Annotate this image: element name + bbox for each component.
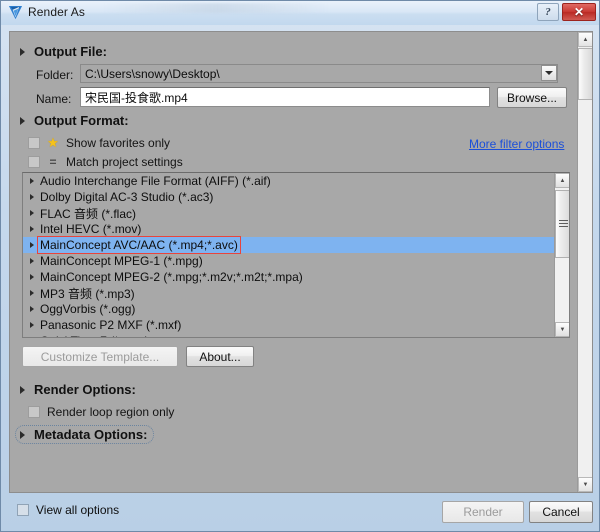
chevron-right-icon [30,322,34,328]
browse-button[interactable]: Browse... [497,87,567,108]
titlebar-glass-highlight [101,3,331,13]
section-metadata-options[interactable]: Metadata Options: [15,425,154,444]
folder-dropdown-arrow[interactable] [541,65,557,81]
match-project-row[interactable]: = Match project settings [28,155,183,169]
format-list-item-label: MainConcept MPEG-2 (*.mpg;*.m2v;*.m2t;*.… [40,270,303,284]
section-output-format[interactable]: Output Format: [20,113,129,128]
panel-scrollbar[interactable]: ▲ ▼ [577,32,592,492]
format-list-scrollbar[interactable]: ▲ ▼ [554,173,569,337]
title-bar[interactable]: Render As ? ✕ [1,1,600,25]
render-as-dialog: Render As ? ✕ ▲ ▼ Output File: Folder: C… [0,0,600,532]
format-list-item-label: Dolby Digital AC-3 Studio (*.ac3) [40,190,213,204]
scroll-thumb-grip-icon [559,220,568,227]
cancel-button[interactable]: Cancel [529,501,593,523]
show-favorites-row[interactable]: ★ Show favorites only [28,136,170,150]
chevron-right-icon [30,258,34,264]
format-list-item[interactable]: Panasonic P2 MXF (*.mxf) [23,317,556,333]
format-list-item-label: MP3 音频 (*.mp3) [40,285,135,302]
panel-scroll-down-icon[interactable]: ▼ [578,477,593,492]
section-render-options-label: Render Options: [34,382,136,397]
chevron-right-icon [20,386,25,394]
format-rows-container: Audio Interchange File Format (AIFF) (*.… [23,173,556,338]
format-list-item[interactable]: MainConcept MPEG-1 (*.mpg) [23,253,556,269]
view-all-options-label: View all options [36,503,119,517]
chevron-right-icon [20,48,25,56]
section-metadata-options-label: Metadata Options: [34,427,147,442]
view-all-options-row[interactable]: View all options [17,503,119,517]
about-button[interactable]: About... [186,346,254,367]
more-filter-options-link[interactable]: More filter options [469,137,564,151]
chevron-right-icon [30,306,34,312]
render-loop-region-label: Render loop region only [47,405,174,419]
name-input[interactable]: 宋民国-投食歌.mp4 [80,87,490,107]
format-list-item[interactable]: MainConcept MPEG-2 (*.mpg;*.m2v;*.m2t;*.… [23,269,556,285]
chevron-right-icon [30,274,34,280]
chevron-right-icon [30,210,34,216]
show-favorites-checkbox[interactable] [28,137,40,149]
view-all-options-checkbox[interactable] [17,504,29,516]
list-scroll-down-icon[interactable]: ▼ [555,322,570,337]
format-list-item[interactable]: OggVorbis (*.ogg) [23,301,556,317]
list-scroll-thumb[interactable] [555,190,570,258]
chevron-right-icon [30,290,34,296]
format-list-item[interactable]: MP3 音频 (*.mp3) [23,285,556,301]
format-list-item-label: Audio Interchange File Format (AIFF) (*.… [40,174,271,188]
folder-combo[interactable]: C:\Users\snowy\Desktop\ [80,64,558,83]
section-output-format-label: Output Format: [34,113,129,128]
format-list-item[interactable]: Dolby Digital AC-3 Studio (*.ac3) [23,189,556,205]
chevron-right-icon [30,242,34,248]
chevron-down-icon [545,71,553,75]
window-title: Render As [28,5,85,19]
format-list-item[interactable]: MainConcept AVC/AAC (*.mp4;*.avc) [23,237,556,253]
format-list-item[interactable]: FLAC 音频 (*.flac) [23,205,556,221]
list-scroll-up-icon[interactable]: ▲ [555,173,570,188]
output-format-list[interactable]: Audio Interchange File Format (AIFF) (*.… [22,172,570,338]
dialog-content-panel: ▲ ▼ Output File: Folder: C:\Users\snowy\… [9,31,593,493]
section-output-file[interactable]: Output File: [20,44,107,59]
match-project-label: Match project settings [66,155,183,169]
section-output-file-label: Output File: [34,44,107,59]
folder-label: Folder: [36,68,73,82]
chevron-right-icon [20,117,25,125]
vegas-icon [8,5,23,20]
dialog-footer: View all options Render Cancel [1,491,600,531]
help-button[interactable]: ? [537,3,559,21]
format-list-item-label: QuickTime 7 (*.mov) [40,334,149,338]
format-list-item-label: MainConcept AVC/AAC (*.mp4;*.avc) [40,238,238,252]
chevron-right-icon [20,431,25,439]
chevron-right-icon [30,178,34,184]
format-list-item[interactable]: Intel HEVC (*.mov) [23,221,556,237]
format-list-item-label: OggVorbis (*.ogg) [40,302,135,316]
format-list-item-label: Intel HEVC (*.mov) [40,222,141,236]
render-loop-region-checkbox[interactable] [28,406,40,418]
show-favorites-label: Show favorites only [66,136,170,150]
format-list-item-label: Panasonic P2 MXF (*.mxf) [40,318,181,332]
panel-scroll-thumb[interactable] [578,48,593,100]
section-render-options[interactable]: Render Options: [20,382,136,397]
star-icon: ★ [46,136,60,150]
render-button[interactable]: Render [442,501,524,523]
render-loop-region-row[interactable]: Render loop region only [28,405,174,419]
close-button[interactable]: ✕ [562,3,596,21]
chevron-right-icon [30,194,34,200]
name-label: Name: [36,92,71,106]
panel-scroll-up-icon[interactable]: ▲ [578,32,593,47]
format-list-item-label: MainConcept MPEG-1 (*.mpg) [40,254,203,268]
chevron-right-icon [30,226,34,232]
format-list-item[interactable]: Audio Interchange File Format (AIFF) (*.… [23,173,556,189]
equals-icon: = [46,155,60,169]
customize-template-button[interactable]: Customize Template... [22,346,178,367]
match-project-checkbox[interactable] [28,156,40,168]
format-list-item[interactable]: QuickTime 7 (*.mov) [23,333,556,338]
format-list-item-label: FLAC 音频 (*.flac) [40,205,136,222]
